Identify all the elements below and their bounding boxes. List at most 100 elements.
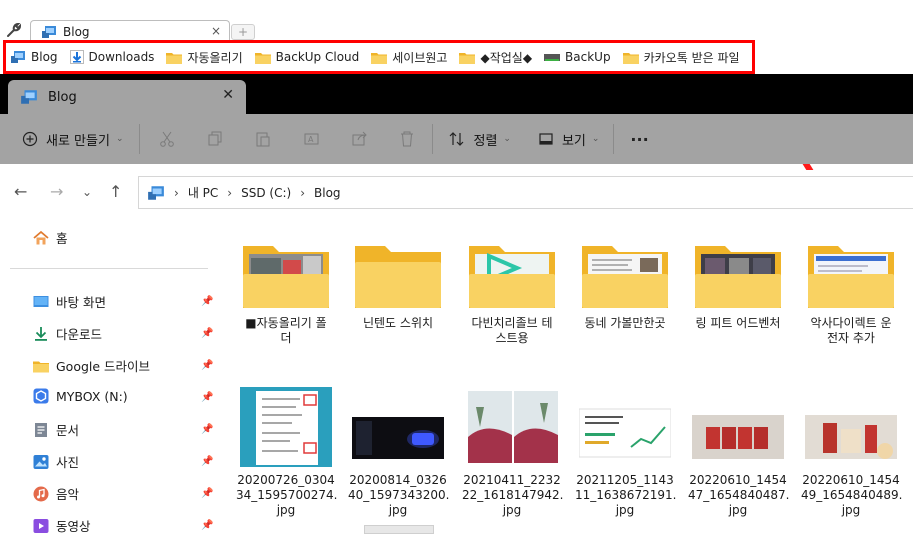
bookmark-backup[interactable]: BackUp [544,50,611,64]
file-item[interactable]: 20200814_0326 40_1597343200. jpg [348,387,450,518]
folder-name: 더 [280,331,292,345]
folder-name: 링 피트 어드벤처 [695,316,781,330]
sidebar-item-music[interactable]: 음악 [33,484,79,503]
wrench-icon[interactable] [6,22,22,38]
pin-icon[interactable]: 📌 [201,360,213,371]
folder-icon [459,52,476,64]
up-arrow-icon[interactable]: ↑ [109,182,122,201]
bookmark-save-draft[interactable]: 세이브원고 [371,49,447,66]
forward-arrow-icon[interactable]: → [50,182,63,201]
bookmark-kakaotalk[interactable]: 카카오톡 받은 파일 [622,49,740,66]
view-button[interactable]: 보기 ⌄ [539,130,599,149]
bookmark-downloads[interactable]: Downloads [69,50,155,64]
sidebar-item-documents[interactable]: 문서 [33,420,79,439]
more-options-button[interactable]: ··· [630,130,648,149]
delete-icon[interactable] [400,131,414,147]
folder-icon [582,246,668,308]
sidebar-item-desktop[interactable]: 바탕 화면 [33,292,106,311]
pin-icon[interactable]: 📌 [201,392,213,403]
bookmark-auto-upload[interactable]: 자동올리기 [166,49,243,66]
back-arrow-icon[interactable]: ← [14,182,27,201]
file-name: 20210411_2232 [463,473,561,487]
close-icon[interactable]: × [211,24,221,38]
new-tab-button[interactable]: + [231,24,255,40]
folder-item[interactable]: 다빈치리졸브 테 스트용 [462,240,562,346]
image-thumbnail-icon [805,415,897,459]
image-thumbnail-icon [579,408,671,458]
folder-icon [33,361,49,372]
sidebar-item-mybox[interactable]: MYBOX (N:) [33,388,128,404]
folder-item[interactable]: 악사다이렉트 운 전자 추가 [801,240,901,346]
browser-tab-title: Blog [63,24,90,39]
breadcrumb-blog[interactable]: Blog [314,186,341,200]
recent-chevron-icon[interactable]: ⌄ [82,185,92,199]
chevron-down-icon: ⌄ [591,134,600,144]
chevron-down-icon: ⌄ [115,134,124,144]
close-icon[interactable]: ✕ [222,87,234,103]
explorer-tab[interactable]: Blog ✕ [8,80,246,114]
pin-icon[interactable]: 📌 [201,456,213,467]
pin-icon[interactable]: 📌 [201,296,213,307]
home-icon [33,230,49,244]
breadcrumb-this-pc[interactable]: 내 PC [188,184,218,201]
folder-icon [166,52,183,64]
paste-icon[interactable] [256,131,270,147]
breadcrumb-ssd[interactable]: SSD (C:) [241,186,291,200]
address-bar[interactable]: › 내 PC › SSD (C:) › Blog [138,176,913,209]
drive-icon [544,54,561,61]
pin-icon[interactable]: 📌 [201,424,213,435]
pin-icon[interactable]: 📌 [201,328,213,339]
image-thumbnail-icon [352,417,444,459]
bookmark-blog[interactable]: Blog [10,50,58,64]
pictures-icon [33,454,49,469]
folder-item[interactable]: 링 피트 어드벤처 [688,240,788,331]
breadcrumb-separator: › [227,185,233,200]
new-label: 새로 만들기 [46,133,110,149]
sort-button[interactable]: 정렬 ⌄ [449,130,511,149]
folder-icon [371,52,388,64]
folder-item[interactable]: ■자동올리기 폴 더 [236,240,336,346]
cut-icon[interactable] [160,131,175,147]
bookmark-workroom[interactable]: ◆작업실◆ [459,49,532,66]
folder-icon [808,246,894,308]
file-item[interactable]: 20211205_1143 11_1638672191. jpg [575,387,677,518]
rename-icon[interactable]: A [304,131,320,147]
file-name: 34_1595700274. [236,488,338,502]
file-item[interactable]: 20210411_2232 22_1618147942. jpg [462,387,563,518]
share-icon[interactable] [352,131,368,147]
browser-chrome: Blog × + [0,0,913,42]
bookmarks-bar: Blog Downloads 자동올리기 BackUp Cloud 세이브원고 … [3,40,755,74]
view-label: 보기 [561,133,586,149]
bookmark-backup-cloud[interactable]: BackUp Cloud [254,50,360,64]
divider [613,124,615,154]
file-name: 40_1597343200. [348,488,450,502]
pin-icon[interactable]: 📌 [201,520,213,531]
bookmark-label: 카카오톡 받은 파일 [643,50,740,65]
view-icon [539,133,553,145]
browser-tab[interactable]: Blog × [30,20,230,42]
sidebar-item-home[interactable]: 홈 [33,228,68,247]
breadcrumb-separator: › [300,185,305,200]
file-item[interactable]: 20220610_1454 49_1654840489. jpg [801,387,903,518]
bookmark-label: Downloads [88,50,155,64]
folder-name: 닌텐도 스위치 [362,316,434,330]
bookmark-label: BackUp Cloud [275,50,360,64]
sidebar-item-google-drive[interactable]: Google 드라이브 [33,356,150,375]
image-thumbnail-icon [692,415,784,459]
bookmark-label: 자동올리기 [187,50,243,65]
folder-item[interactable]: 닌텐도 스위치 [348,240,448,331]
new-button[interactable]: 새로 만들기 ⌄ [22,130,123,149]
image-thumbnail-icon [468,391,558,463]
file-name: 49_1654840489. [801,488,903,502]
sidebar-item-videos[interactable]: 동영상 [33,516,91,534]
folder-icon [254,52,271,64]
copy-icon[interactable] [208,131,222,147]
bookmark-label: Blog [31,50,58,64]
sidebar-item-downloads[interactable]: 다운로드 [33,324,102,343]
file-name: 11_1638672191. [575,488,677,502]
pin-icon[interactable]: 📌 [201,488,213,499]
sidebar-item-pictures[interactable]: 사진 [33,452,79,471]
file-item[interactable]: 20200726_0304 34_1595700274. jpg [236,387,338,518]
file-item[interactable]: 20220610_1454 47_1654840487. jpg [688,387,789,518]
folder-item[interactable]: 동네 가볼만한곳 [575,240,675,331]
